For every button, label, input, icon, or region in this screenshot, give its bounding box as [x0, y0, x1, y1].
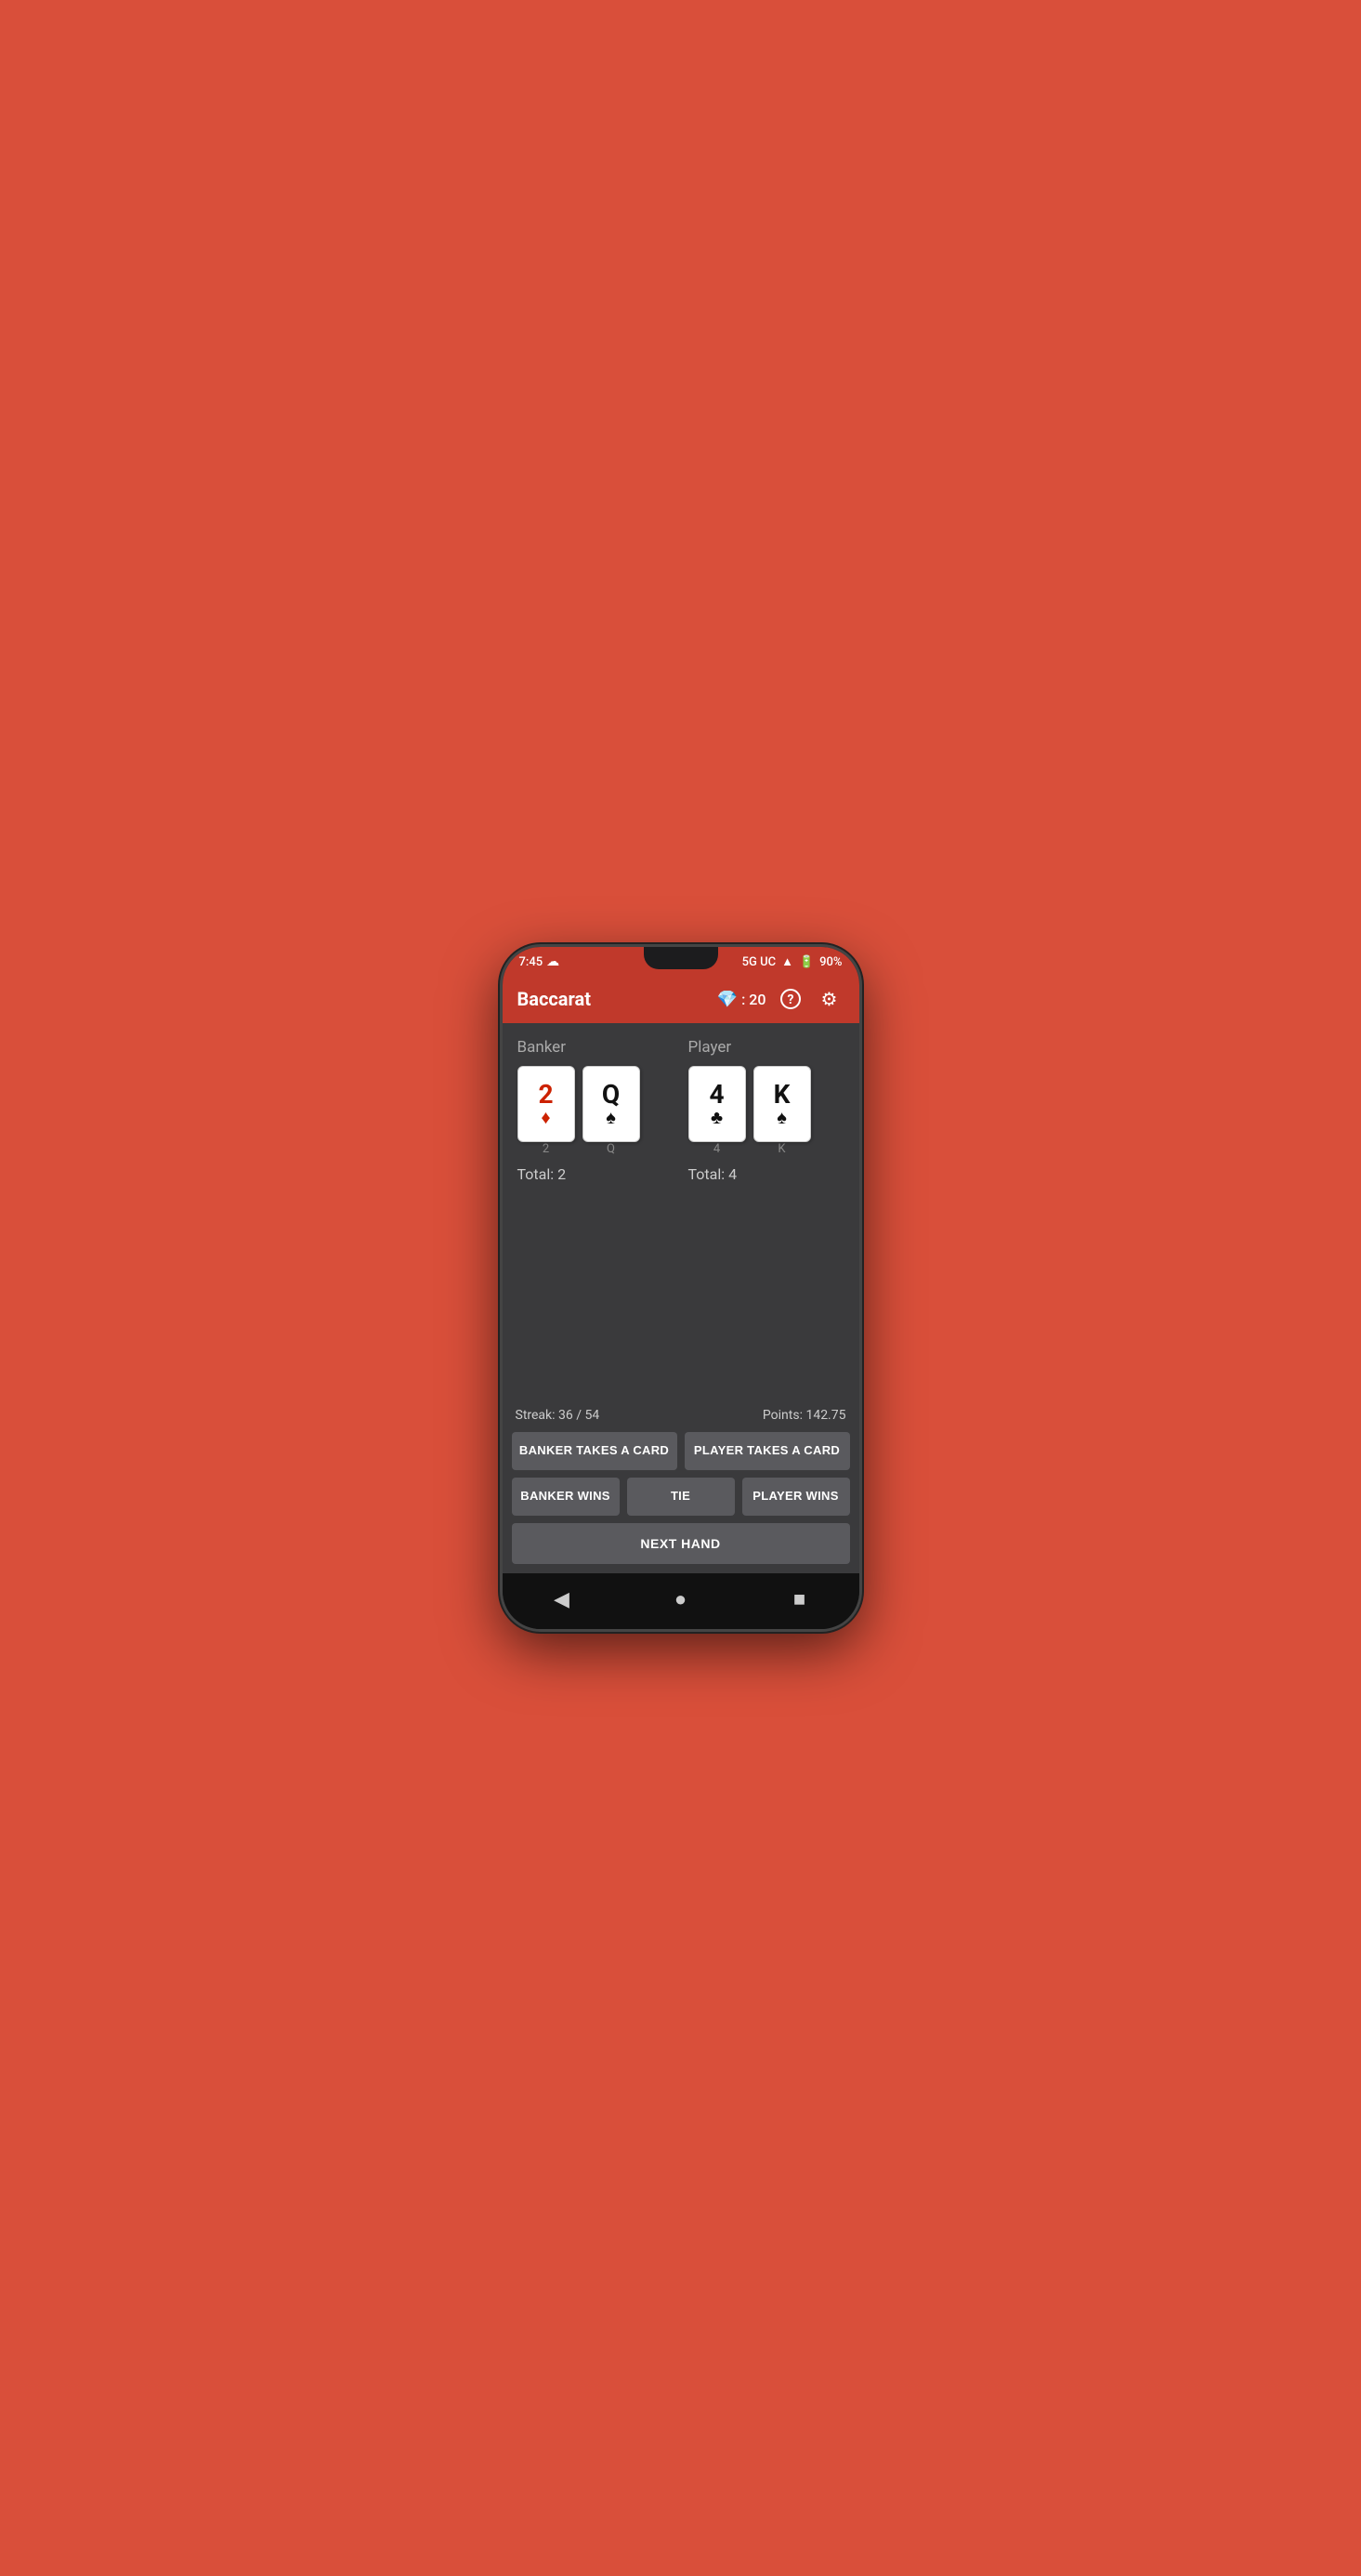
streak-stat: Streak: 36 / 54 [516, 1408, 600, 1423]
recents-button[interactable]: ■ [783, 1583, 817, 1616]
player-card-2-label: K [753, 1142, 811, 1156]
banker-card-2-value: Q [602, 1082, 620, 1108]
player-card-2-suit: ♠ [777, 1108, 787, 1126]
back-icon: ◀ [554, 1588, 569, 1611]
player-takes-card-button[interactable]: PLAYER TAKES A CARD [685, 1432, 850, 1470]
app-bar-actions: 💎 : 20 ? ⚙ [717, 984, 844, 1014]
player-total: Total: 4 [688, 1165, 844, 1183]
app-title: Baccarat [517, 988, 717, 1010]
game-area: Banker 2 ♦ 2 Q ♠ [503, 1023, 859, 1400]
gem-icon: 💎 [717, 990, 738, 1009]
stats-row: Streak: 36 / 54 Points: 142.75 [512, 1408, 850, 1423]
player-card-2: K ♠ [753, 1066, 811, 1142]
next-hand-button[interactable]: NEXT HAND [512, 1523, 850, 1564]
status-bar-left: 7:45 [519, 954, 560, 969]
card-container: K ♠ K [753, 1066, 811, 1156]
player-card-1: 4 ♣ [688, 1066, 746, 1142]
banker-card-1-label: 2 [517, 1142, 575, 1156]
gear-icon: ⚙ [821, 988, 838, 1010]
home-button[interactable]: ● [664, 1583, 698, 1616]
banker-card-1-suit: ♦ [541, 1108, 550, 1126]
points-stat: Points: 142.75 [763, 1408, 846, 1423]
player-label: Player [688, 1038, 844, 1057]
banker-card-2-suit: ♠ [606, 1108, 616, 1126]
back-button[interactable]: ◀ [545, 1583, 579, 1616]
status-bar-right: 5G UC ▲ 🔋 90% [742, 954, 843, 969]
banker-label: Banker [517, 1038, 674, 1057]
status-time: 7:45 [519, 955, 543, 969]
banker-card-2: Q ♠ [582, 1066, 640, 1142]
svg-text:?: ? [787, 992, 793, 1007]
banker-cards-row: 2 ♦ 2 Q ♠ Q [517, 1066, 674, 1156]
gem-value: : 20 [741, 991, 766, 1008]
battery-icon: 🔋 [799, 955, 814, 969]
settings-button[interactable]: ⚙ [815, 984, 844, 1014]
battery-percent: 90% [819, 955, 842, 969]
player-card-1-suit: ♣ [711, 1108, 723, 1126]
player-card-1-value: 4 [709, 1082, 724, 1108]
home-icon: ● [674, 1587, 687, 1611]
help-button[interactable]: ? [776, 984, 805, 1014]
outcome-row: BANKER WINS TIE PLAYER WINS [512, 1478, 850, 1516]
banker-takes-card-button[interactable]: BANKER TAKES A CARD [512, 1432, 677, 1470]
banker-wins-button[interactable]: BANKER WINS [512, 1478, 620, 1516]
gem-score: 💎 : 20 [717, 990, 766, 1009]
main-content: Banker 2 ♦ 2 Q ♠ [503, 1023, 859, 1573]
banker-card-2-label: Q [582, 1142, 640, 1156]
recents-icon: ■ [793, 1587, 805, 1611]
player-cards-row: 4 ♣ 4 K ♠ K [688, 1066, 844, 1156]
hands-row: Banker 2 ♦ 2 Q ♠ [517, 1038, 844, 1183]
banker-card-1: 2 ♦ [517, 1066, 575, 1142]
app-bar: Baccarat 💎 : 20 ? ⚙ [503, 975, 859, 1023]
player-card-2-value: K [774, 1082, 791, 1108]
signal-icon: ▲ [781, 954, 793, 969]
banker-card-1-value: 2 [538, 1082, 553, 1108]
bottom-controls: Streak: 36 / 54 Points: 142.75 BANKER TA… [503, 1400, 859, 1573]
action-buttons-row: BANKER TAKES A CARD PLAYER TAKES A CARD [512, 1432, 850, 1470]
banker-total: Total: 2 [517, 1165, 674, 1183]
cloud-icon [546, 954, 559, 969]
card-container: Q ♠ Q [582, 1066, 640, 1156]
network-indicator: 5G UC [742, 955, 776, 969]
status-bar: 7:45 5G UC ▲ 🔋 90% [503, 947, 859, 975]
card-container: 4 ♣ 4 [688, 1066, 746, 1156]
phone-shell: 7:45 5G UC ▲ 🔋 90% Baccarat 💎 : 20 ? [500, 944, 862, 1632]
nav-bar: ◀ ● ■ [503, 1573, 859, 1629]
banker-hand: Banker 2 ♦ 2 Q ♠ [517, 1038, 674, 1183]
tie-button[interactable]: TIE [627, 1478, 735, 1516]
player-wins-button[interactable]: PLAYER WINS [742, 1478, 850, 1516]
notch [644, 947, 718, 969]
player-card-1-label: 4 [688, 1142, 746, 1156]
card-container: 2 ♦ 2 [517, 1066, 575, 1156]
player-hand: Player 4 ♣ 4 K ♠ [688, 1038, 844, 1183]
